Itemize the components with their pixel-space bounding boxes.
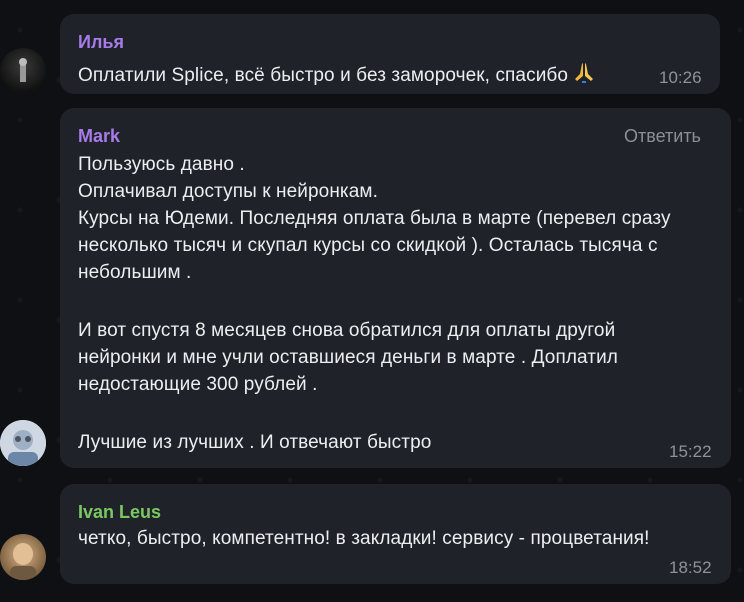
- message-author[interactable]: Илья: [78, 32, 124, 53]
- message-text-line: четко, быстро, компетентно! в закладки! …: [78, 528, 650, 549]
- reply-button[interactable]: Ответить: [624, 126, 701, 147]
- avatar-mark-image: [0, 420, 46, 466]
- message-bubble-ilya[interactable]: Илья Оплатили Splice, всё быстро и без з…: [60, 14, 720, 94]
- avatar-ivan[interactable]: [0, 534, 46, 580]
- avatar-ilya-image: [19, 58, 27, 82]
- avatar-ivan-image: [10, 543, 36, 580]
- message-text-line: небольшим .: [78, 262, 192, 283]
- message-text-line: недостающие 300 рублей .: [78, 374, 318, 395]
- message-text: Оплатили Splice, всё быстро и без заморо…: [78, 65, 569, 86]
- message-text-line: Оплачивал доступы к нейронкам.: [78, 181, 378, 202]
- avatar-ilya[interactable]: [0, 48, 46, 94]
- message-author[interactable]: Mark: [78, 126, 120, 147]
- message-bubble-mark[interactable]: Mark Ответить Пользуюсь давно . Оплачива…: [60, 108, 731, 468]
- message-text-line: Курсы на Юдеми. Последняя оплата была в …: [78, 208, 671, 229]
- message-text-line: нейронки и мне учли оставшиеся деньги в …: [78, 347, 618, 368]
- message-text-line: несколько тысяч и скупал курсы со скидко…: [78, 235, 658, 256]
- message-text-line: Пользуюсь давно .: [78, 154, 245, 175]
- avatar-mark[interactable]: [0, 420, 46, 466]
- message-text-line: Лучшие из лучших . И отвечают быстро: [78, 432, 432, 453]
- message-text-line: И вот спустя 8 месяцев снова обратился д…: [78, 320, 616, 341]
- message-bubble-ivan[interactable]: Ivan Leus четко, быстро, компетентно! в …: [60, 484, 731, 584]
- message-time: 10:26: [659, 68, 702, 87]
- message-author[interactable]: Ivan Leus: [78, 502, 161, 523]
- folded-hands-icon: [572, 60, 596, 90]
- message-time: 18:52: [669, 558, 712, 577]
- message-text-line: Оплатили Splice, всё быстро и без заморо…: [78, 60, 596, 90]
- message-time: 15:22: [669, 442, 712, 461]
